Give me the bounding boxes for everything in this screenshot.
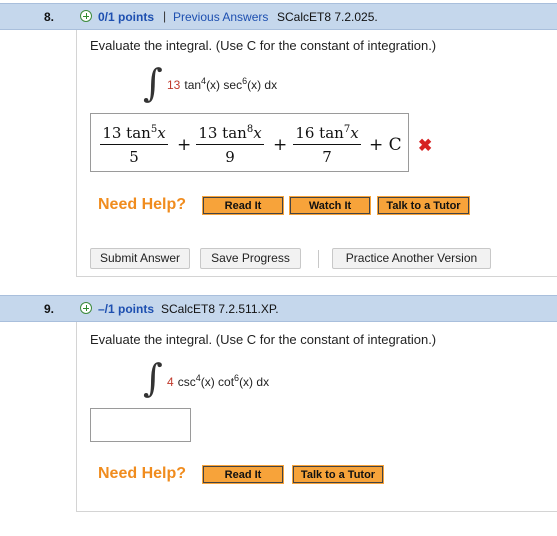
read-it-button[interactable]: Read It	[202, 196, 284, 215]
answer-term-3: 16 tan7x 7	[293, 124, 361, 166]
talk-to-tutor-button[interactable]: Talk to a Tutor	[377, 196, 470, 215]
question-8-header: 8. 0/1 points | Previous Answers SCalcET…	[0, 3, 557, 30]
incorrect-x-icon: ✖	[418, 136, 433, 155]
integrand-func1: tan	[184, 78, 202, 92]
question-code: SCalcET8 7.2.511.XP.	[161, 302, 279, 316]
question-prompt: Evaluate the integral. (Use C for the co…	[90, 332, 437, 347]
save-progress-button[interactable]: Save Progress	[200, 248, 301, 269]
plus-operator: +	[177, 135, 192, 155]
points-link[interactable]: 0/1 points	[98, 10, 154, 24]
integrand-func2: (x) cot	[200, 375, 235, 389]
talk-to-tutor-button[interactable]: Talk to a Tutor	[292, 465, 384, 484]
question-9-header: 9. –/1 points SCalcET8 7.2.511.XP.	[0, 295, 557, 322]
points-link[interactable]: –/1 points	[98, 302, 154, 316]
answer-term-2: 13 tan8x 9	[196, 124, 264, 166]
need-help-label: Need Help?	[98, 196, 187, 213]
answer-input[interactable]	[90, 408, 191, 442]
integrand-coefficient: 13	[167, 78, 181, 92]
integrand-tail: (x) dx	[239, 375, 270, 389]
plus-operator: +	[273, 135, 288, 155]
integrand-tail: (x) dx	[247, 78, 278, 92]
integrand-func1: csc	[177, 375, 196, 389]
question-number: 9.	[44, 302, 55, 316]
integral-sign: ∫	[143, 356, 163, 400]
integrand-func2: (x) sec	[206, 78, 243, 92]
constant-of-integration: + C	[369, 135, 402, 155]
question-number: 8.	[44, 10, 55, 24]
integral-sign: ∫	[143, 61, 163, 105]
question-code: SCalcET8 7.2.025.	[277, 10, 378, 24]
integrand-coefficient: 4	[167, 375, 174, 389]
submit-answer-button[interactable]: Submit Answer	[90, 248, 190, 269]
need-help-label: Need Help?	[98, 465, 187, 482]
practice-another-version-button[interactable]: Practice Another Version	[332, 248, 491, 269]
answer-term-1: 13 tan5x 5	[100, 124, 168, 166]
expand-plus-icon[interactable]	[80, 10, 92, 22]
previous-answers-link[interactable]: Previous Answers	[173, 10, 268, 24]
separator: |	[163, 9, 167, 23]
button-divider	[318, 250, 319, 268]
integrand: 4 csc4(x) cot6(x) dx	[167, 373, 269, 389]
question-prompt: Evaluate the integral. (Use C for the co…	[90, 38, 437, 53]
expand-plus-icon[interactable]	[80, 302, 92, 314]
watch-it-button[interactable]: Watch It	[289, 196, 371, 215]
integrand: 13 tan4(x) sec6(x) dx	[167, 76, 277, 92]
read-it-button[interactable]: Read It	[202, 465, 284, 484]
